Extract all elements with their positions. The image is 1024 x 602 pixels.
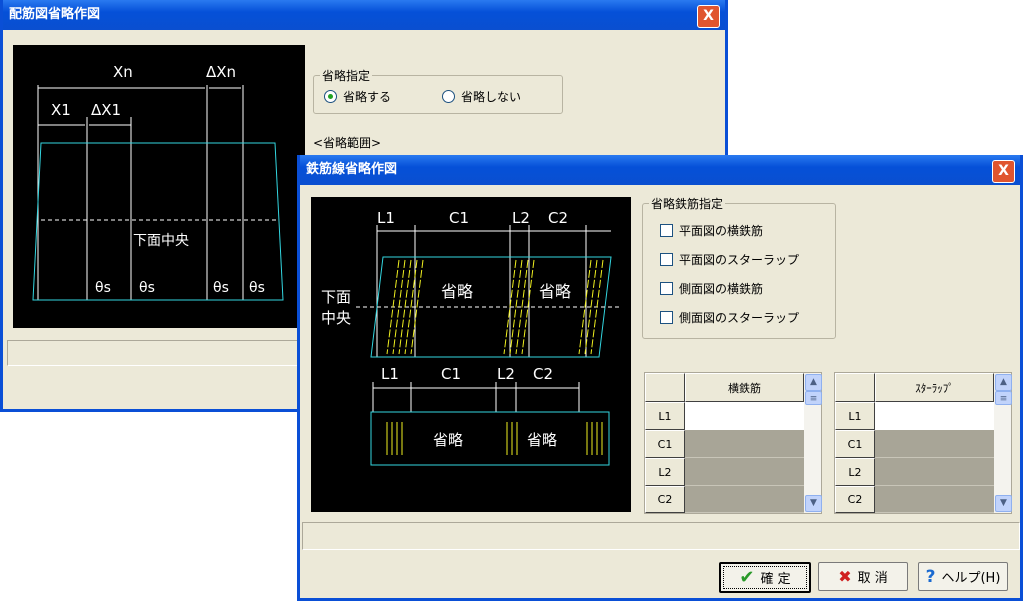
checkbox-side-stirrup[interactable]: 側面図のスターラップ: [660, 309, 799, 326]
label-theta: θs: [139, 280, 155, 296]
table-cell[interactable]: [875, 458, 994, 486]
checkbox-icon: [660, 224, 673, 237]
scroll-down-icon[interactable]: ▼: [805, 495, 822, 512]
row-header: L1: [835, 402, 875, 430]
row-header: C2: [835, 486, 875, 513]
stirrup-table[interactable]: ｽﾀｰﾗｯﾌﾟ L1 C1 L2 C2 ▲ ≡ ▼: [834, 372, 1012, 514]
radio-selected-icon: [324, 90, 337, 103]
checkbox-label: 平面図のスターラップ: [679, 253, 800, 267]
label-l1: L1: [377, 209, 395, 227]
checkbox-side-horizontal[interactable]: 側面図の横鉄筋: [660, 280, 763, 297]
label-c2: C2: [533, 365, 553, 383]
dialog-title: 配筋図省略作図: [9, 7, 101, 22]
checkbox-icon: [660, 253, 673, 266]
radio-no-omit[interactable]: 省略しない: [442, 88, 521, 105]
checkbox-label: 平面図の横鉄筋: [679, 224, 764, 238]
label-c1: C1: [441, 365, 461, 383]
checkbox-label: 側面図のスターラップ: [679, 311, 800, 325]
label-c1: C1: [449, 209, 469, 227]
row-header: C2: [645, 486, 685, 513]
checkbox-plan-horizontal[interactable]: 平面図の横鉄筋: [660, 222, 763, 239]
label-c2: C2: [548, 209, 568, 227]
row-header: C1: [835, 430, 875, 458]
row-header: L1: [645, 402, 685, 430]
label-theta: θs: [249, 280, 265, 296]
check-icon: ✔: [739, 567, 755, 588]
table-cell[interactable]: [685, 430, 804, 458]
column-header: ｽﾀｰﾗｯﾌﾟ: [875, 373, 994, 402]
table-cell[interactable]: [875, 402, 994, 430]
scroll-up-icon[interactable]: ▲: [805, 374, 822, 391]
table-cell[interactable]: [685, 458, 804, 486]
button-label: 確 定: [760, 572, 791, 587]
label-l2: L2: [497, 365, 515, 383]
scroll-up-icon[interactable]: ▲: [995, 374, 1012, 391]
cancel-button[interactable]: ✖ 取 消: [818, 562, 908, 591]
label-l1: L1: [381, 365, 399, 383]
label-center: 中央: [321, 309, 351, 327]
corner-cell: [645, 373, 685, 402]
row-header: C1: [645, 430, 685, 458]
preview-canvas: L1 C1 L2 C2 省略 省略 下面 中央 L1 C1 L2 C2 省略 省…: [311, 197, 631, 512]
close-button[interactable]: X: [697, 5, 720, 28]
status-bar: [302, 522, 1020, 550]
button-label: ヘルプ(H): [941, 571, 1001, 586]
question-icon: ?: [925, 566, 936, 587]
title-bar[interactable]: 鉄筋線省略作図 X: [300, 155, 1020, 185]
omit-rebar-group: 省略鉄筋指定 平面図の横鉄筋 平面図のスターラップ 側面図の横鉄筋 側面図のスタ…: [642, 195, 836, 339]
scroll-thumb[interactable]: ≡: [995, 391, 1012, 405]
checkbox-icon: [660, 311, 673, 324]
close-button[interactable]: X: [992, 160, 1015, 183]
dialog-title: 鉄筋線省略作図: [306, 162, 398, 177]
table-cell[interactable]: [685, 402, 804, 430]
scroll-down-icon[interactable]: ▼: [995, 495, 1012, 512]
label-omit: 省略: [539, 282, 571, 301]
table-cell[interactable]: [685, 486, 804, 513]
radio-omit[interactable]: 省略する: [324, 88, 391, 105]
x-icon: ✖: [838, 567, 852, 586]
label-omit: 省略: [441, 282, 473, 301]
label-center: 下面中央: [133, 233, 189, 249]
radio-label: 省略する: [343, 90, 392, 104]
column-header: 横鉄筋: [685, 373, 804, 402]
radio-label: 省略しない: [461, 90, 522, 104]
corner-cell: [835, 373, 875, 402]
radio-icon: [442, 90, 455, 103]
group-label: 省略指定: [320, 67, 373, 84]
label-bottom: 下面: [321, 288, 351, 306]
checkbox-label: 側面図の横鉄筋: [679, 282, 764, 296]
title-bar[interactable]: 配筋図省略作図 X: [3, 0, 725, 30]
label-xn: Xn: [113, 63, 133, 81]
label-dx1: ΔX1: [91, 101, 121, 119]
confirm-button[interactable]: ✔ 確 定: [719, 562, 811, 593]
group-label: 省略鉄筋指定: [649, 195, 726, 212]
label-theta: θs: [95, 280, 111, 296]
label-omit: 省略: [433, 431, 463, 449]
label-dxn: ΔXn: [206, 63, 236, 81]
label-x1: X1: [51, 101, 71, 119]
label-theta: θs: [213, 280, 229, 296]
table-cell[interactable]: [875, 430, 994, 458]
checkbox-icon: [660, 282, 673, 295]
row-header: L2: [645, 458, 685, 486]
omission-setting-group: 省略指定 省略する 省略しない: [313, 67, 563, 114]
preview-canvas: Xn ΔXn X1 ΔX1 下面中央 θs θs θs θs: [13, 45, 305, 328]
rebar-omission-dialog: 鉄筋線省略作図 X L1 C1 L2 C2 省略 省略 下面 中央 L1 C1 …: [297, 155, 1023, 601]
button-label: 取 消: [857, 571, 888, 586]
scrollbar[interactable]: ▲ ≡ ▼: [994, 373, 1012, 513]
checkbox-plan-stirrup[interactable]: 平面図のスターラップ: [660, 251, 799, 268]
range-label: <省略範囲>: [313, 136, 382, 150]
label-omit: 省略: [527, 431, 557, 449]
row-header: L2: [835, 458, 875, 486]
horizontal-rebar-table[interactable]: 横鉄筋 L1 C1 L2 C2 ▲ ≡ ▼: [644, 372, 822, 514]
table-cell[interactable]: [875, 486, 994, 513]
help-button[interactable]: ? ヘルプ(H): [918, 562, 1008, 591]
label-l2: L2: [512, 209, 530, 227]
scrollbar[interactable]: ▲ ≡ ▼: [804, 373, 822, 513]
scroll-thumb[interactable]: ≡: [805, 391, 822, 405]
